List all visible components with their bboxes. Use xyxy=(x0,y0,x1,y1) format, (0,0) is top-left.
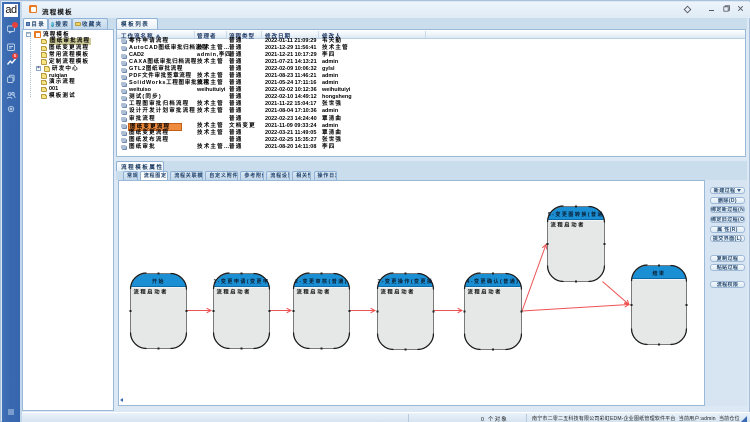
svg-text:3-变更操作(变更操: 3-变更操作(变更操 xyxy=(377,278,433,285)
svg-text:流程启动者: 流程启动者 xyxy=(381,288,416,296)
svg-text:4-变更确认(普通): 4-变更确认(普通) xyxy=(467,278,520,285)
svg-text:结束: 结束 xyxy=(652,270,665,277)
svg-text:流程启动者: 流程启动者 xyxy=(468,288,503,296)
svg-text:流程启动者: 流程启动者 xyxy=(551,221,586,229)
svg-text:开始: 开始 xyxy=(152,278,165,285)
svg-text:1-变更申请(变更申: 1-变更申请(变更申 xyxy=(213,278,269,285)
svg-text:流程启动者: 流程启动者 xyxy=(217,288,252,296)
svg-text:流程启动者: 流程启动者 xyxy=(134,288,169,296)
svg-text:2-变更审核(普通): 2-变更审核(普通) xyxy=(295,278,348,285)
svg-text:流程启动者: 流程启动者 xyxy=(297,288,332,296)
svg-text:5-变更图转换(普通: 5-变更图转换(普通 xyxy=(548,211,604,218)
